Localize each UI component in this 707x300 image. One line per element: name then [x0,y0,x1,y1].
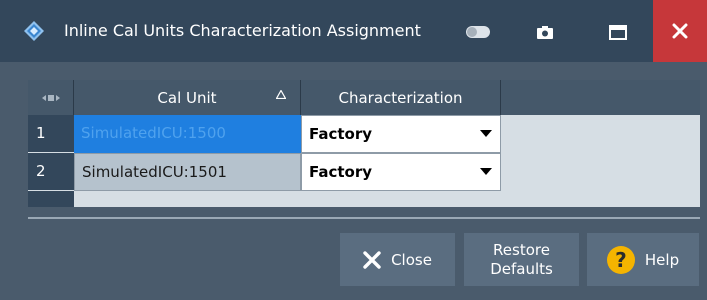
help-button[interactable]: ? Help [587,233,699,286]
row-empty-area [501,153,700,191]
title-bar[interactable]: Inline Cal Units Characterization Assign… [0,0,707,62]
column-header-characterization[interactable]: Characterization [301,80,501,115]
close-button[interactable]: Close [340,233,455,286]
help-icon: ? [606,245,635,274]
toggle-button[interactable] [458,14,498,50]
maximize-icon [609,24,627,40]
close-button-label: Close [391,250,432,269]
dropdown-value: Factory [309,163,373,181]
cal-unit-cell[interactable]: SimulatedICU:1501 [74,153,301,191]
characterization-dropdown[interactable]: Factory [301,115,501,153]
rs-logo-icon [24,21,44,41]
window-close-button[interactable] [653,0,707,62]
dialog-window: Inline Cal Units Characterization Assign… [0,0,707,300]
row-header-1[interactable]: 1 [28,115,74,153]
column-header-cal-unit[interactable]: Cal Unit [74,80,301,115]
divider [28,217,700,219]
row-header-2[interactable]: 2 [28,153,74,191]
restore-button-label-line1: Restore [493,240,550,259]
restore-defaults-button[interactable]: Restore Defaults [464,233,579,286]
characterization-dropdown[interactable]: Factory [301,153,501,191]
dropdown-value: Factory [309,125,373,143]
row-header-empty [28,191,74,207]
close-icon [363,250,381,269]
column-resize-icon [41,94,60,101]
column-header-label: Characterization [338,88,463,107]
sort-ascending-icon [276,90,286,99]
dropdown-arrow-icon [480,168,492,175]
cal-unit-cell-selected[interactable]: SimulatedICU:1500 [74,115,301,153]
row-empty-area [501,115,700,153]
close-icon [672,23,688,39]
window-title: Inline Cal Units Characterization Assign… [64,21,421,40]
toggle-icon [466,26,490,38]
screenshot-button[interactable] [528,14,562,50]
help-button-label: Help [644,250,680,269]
column-header-empty [501,80,700,115]
camera-icon [537,25,553,39]
assignment-table: Cal Unit Characterization 1 SimulatedICU… [28,80,700,207]
restore-button-label-line2: Defaults [490,259,553,278]
dropdown-arrow-icon [480,130,492,137]
column-header-label: Cal Unit [157,88,217,107]
maximize-button[interactable] [598,14,638,50]
table-corner[interactable] [28,80,74,115]
